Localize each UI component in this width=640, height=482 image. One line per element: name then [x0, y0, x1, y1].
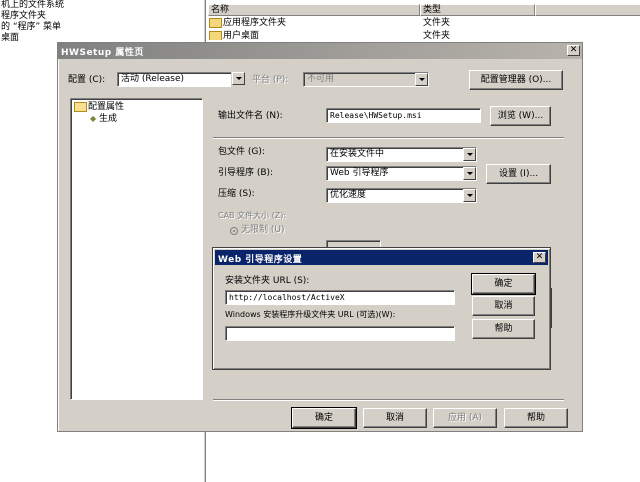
package-select[interactable]: 在安装文件中 [326, 147, 477, 162]
tree-item-file-system[interactable]: 机上的文件系统 [0, 0, 205, 11]
settings-button[interactable]: 设置 (I)... [486, 164, 551, 184]
tree-item-programs-menu[interactable]: 的 “程序” 菜单 [0, 22, 205, 33]
chevron-down-icon [463, 148, 476, 161]
browse-button[interactable]: 浏览 (W)... [490, 106, 551, 126]
dialog-title: HWSetup 属性页 [61, 48, 144, 58]
folder-icon [209, 30, 222, 40]
chevron-down-icon [232, 72, 245, 85]
install-url-input[interactable]: http://localhost/ActiveX [225, 290, 455, 305]
tree-item-program-files[interactable]: 程序文件夹 [0, 11, 205, 22]
web-ok-button[interactable]: 确定 [471, 273, 536, 295]
install-url-value: http://localhost/ActiveX [229, 293, 345, 302]
dialog-titlebar[interactable]: HWSetup 属性页 ✕ [58, 43, 582, 59]
separator [213, 399, 564, 401]
web-dialog-titlebar[interactable]: Web 引导程序设置 ✕ [215, 250, 548, 265]
cab-size-label: CAB 文件大小 (Z): [218, 211, 287, 220]
output-filename-value: Release\HWSetup.msi [330, 111, 422, 120]
settings-tree: 配置属性 ◆ 生成 [70, 98, 203, 400]
web-dialog-title: Web 引导程序设置 [218, 255, 303, 265]
close-icon: ✕ [569, 45, 578, 55]
upgrade-url-input[interactable] [225, 326, 455, 341]
ok-button[interactable]: 确定 [291, 407, 357, 429]
compression-select-value: 优化速度 [330, 190, 367, 200]
package-select-value: 在安装文件中 [330, 149, 385, 159]
tree-node-build-label: 生成 [99, 114, 118, 124]
list-item[interactable]: 用户桌面 [209, 30, 259, 40]
config-select[interactable]: 活动 (Release) [117, 72, 245, 87]
list-item-name: 用户桌面 [223, 31, 260, 40]
cab-unlimited-label: 无限制 (U) [241, 225, 285, 235]
web-help-button[interactable]: 帮助 [472, 319, 535, 339]
list-item-type: 文件夹 [423, 31, 451, 40]
platform-select[interactable]: 不可用 [303, 72, 429, 87]
config-label: 配置 (C): [68, 75, 106, 85]
chevron-down-icon [463, 167, 476, 180]
config-manager-button[interactable]: 配置管理器 (O)... [469, 70, 563, 90]
chevron-down-icon [415, 73, 428, 86]
install-url-label: 安装文件夹 URL (S): [225, 276, 310, 286]
bootstrapper-label: 引导程序 (B): [218, 168, 274, 178]
build-icon: ◆ [90, 114, 97, 123]
tree-node-config-label: 配置属性 [88, 102, 125, 112]
separator [213, 137, 564, 139]
help-button[interactable]: 帮助 [504, 408, 568, 428]
tree-node-build[interactable]: ◆ 生成 [90, 113, 117, 125]
list-item-type: 文件夹 [423, 18, 451, 28]
close-icon: ✕ [535, 252, 544, 262]
list-item[interactable]: 应用程序文件夹 [209, 17, 286, 29]
platform-select-value: 不可用 [307, 74, 335, 84]
cancel-button[interactable]: 取消 [363, 408, 427, 428]
column-header-name[interactable]: 名称 [208, 4, 420, 16]
package-label: 包文件 (G): [218, 147, 265, 157]
tree-node-config[interactable]: 配置属性 [74, 101, 124, 113]
chevron-down-icon [463, 189, 476, 202]
compression-label: 压缩 (S): [218, 189, 255, 199]
web-bootstrapper-dialog: Web 引导程序设置 ✕ 安装文件夹 URL (S): http://local… [212, 247, 551, 370]
cab-unlimited-radio[interactable] [230, 227, 238, 235]
folder-icon [209, 17, 222, 28]
compression-select[interactable]: 优化速度 [326, 188, 477, 203]
output-label: 输出文件名 (N): [218, 111, 283, 121]
config-dropdown-button[interactable] [231, 72, 245, 87]
folder-open-icon [74, 101, 87, 112]
output-filename-input[interactable]: Release\HWSetup.msi [326, 108, 481, 123]
config-select-value: 活动 (Release) [121, 74, 185, 84]
list-item-name: 应用程序文件夹 [223, 18, 287, 28]
close-button[interactable]: ✕ [567, 45, 580, 56]
web-cancel-button[interactable]: 取消 [472, 296, 535, 316]
list-header: 名称 类型 [208, 4, 640, 16]
platform-label: 平台 (P): [252, 75, 289, 85]
apply-button[interactable]: 应用 (A) [433, 408, 497, 428]
upgrade-url-label: Windows 安装程序升级文件夹 URL (可选)(W): [225, 310, 396, 319]
property-pages-dialog: HWSetup 属性页 ✕ 配置 (C): 活动 (Release) 平台 (P… [57, 42, 583, 432]
web-dialog-close-button[interactable]: ✕ [533, 252, 546, 263]
bootstrapper-select-value: Web 引导程序 [330, 168, 389, 178]
bootstrapper-select[interactable]: Web 引导程序 [326, 166, 477, 181]
column-header-type[interactable]: 类型 [420, 4, 535, 16]
column-header-empty[interactable] [535, 4, 640, 16]
